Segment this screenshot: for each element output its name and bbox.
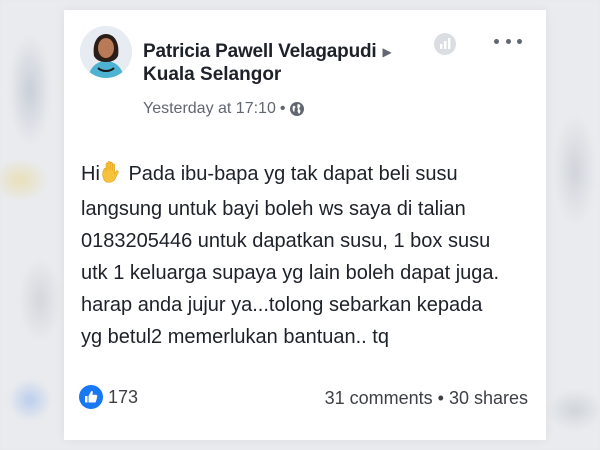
like-icon <box>79 385 103 409</box>
shares-count[interactable]: 30 shares <box>449 388 528 409</box>
counts-separator: • <box>437 387 444 408</box>
post-body: Pada ibu-bapa yg tak dapat beli susu lan… <box>81 163 500 348</box>
reactions[interactable]: 173 <box>79 384 138 410</box>
raised-hand-emoji <box>101 161 121 193</box>
reaction-count: 173 <box>108 386 139 407</box>
engagement-counts: 31 comments • 30 shares <box>325 386 528 410</box>
post-text: Hi Pada ibu-bapa yg tak dapat beli susu … <box>81 158 541 353</box>
author-line: Patricia Pawell Velagapudi ▶ <box>143 40 392 64</box>
avatar[interactable] <box>80 26 132 78</box>
post-card: Patricia Pawell Velagapudi ▶ Kuala Selan… <box>64 10 546 440</box>
insights-icon[interactable] <box>434 33 456 55</box>
timestamp[interactable]: Yesterday at 17:10 <box>143 100 276 118</box>
author-name[interactable]: Patricia Pawell Velagapudi <box>143 41 377 63</box>
meta-separator: • <box>279 100 286 117</box>
play-arrow-icon: ▶ <box>382 45 392 59</box>
post-meta: Yesterday at 17:10 • <box>143 98 305 120</box>
globe-icon[interactable] <box>289 101 305 117</box>
comments-count[interactable]: 31 comments <box>325 388 433 409</box>
location-name[interactable]: Kuala Selangor <box>143 64 281 86</box>
more-options-icon[interactable] <box>494 32 522 50</box>
post-greeting: Hi <box>81 163 100 185</box>
